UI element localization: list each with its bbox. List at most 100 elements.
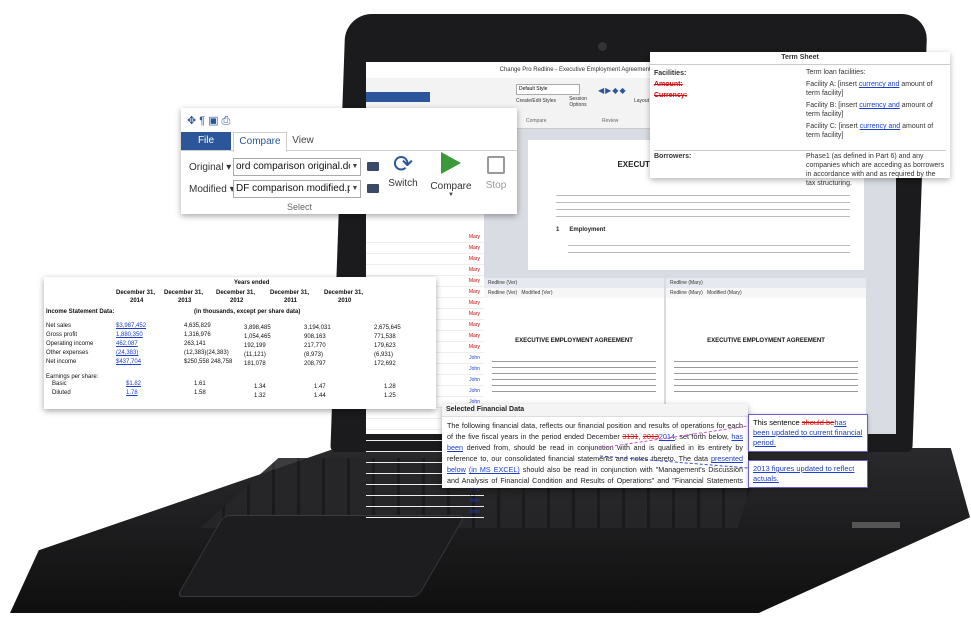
stop-icon xyxy=(487,156,505,174)
column-year: 2010 xyxy=(338,298,352,304)
facilities-heading: Term loan facilities: xyxy=(806,69,866,76)
basic-label: Basic xyxy=(52,381,67,387)
currency-label: Currency: xyxy=(654,92,688,99)
term-sheet-card: Term Sheet Facilities: Amount: Currency:… xyxy=(650,52,950,187)
facility-b-text: Facility B: [insert xyxy=(806,102,860,109)
layout-button[interactable]: Layout xyxy=(634,98,649,104)
modified-label: Modified ▾ xyxy=(189,184,235,195)
eps-cell: 1.47 xyxy=(314,384,326,390)
tab-redline-mary[interactable]: Redline (Mary) xyxy=(670,290,703,296)
column-date: December 31, xyxy=(164,290,204,296)
play-icon xyxy=(441,152,461,174)
pane-left-tabs: Redline (Ver) Modified (Ver) xyxy=(484,288,664,298)
original-file-value: ord comparison original.docx xyxy=(236,161,361,172)
facilities-label: Facilities: xyxy=(654,70,687,77)
eps-cell: 1.61 xyxy=(194,381,206,387)
document-paragraph xyxy=(556,189,850,219)
table-cell: $437,704 xyxy=(116,359,142,365)
nav-arrows-icon[interactable]: ◀▶◆◆ xyxy=(598,86,628,106)
eps-cell: $1.82 xyxy=(126,381,142,387)
table-cell: 1,054,465 xyxy=(244,334,271,340)
facility-c: Facility C: [insert currency and amount … xyxy=(806,122,946,140)
borrowers-value: Phase1 (as defined in Part 6) and any co… xyxy=(806,153,945,187)
select-group-label: Select xyxy=(287,202,313,212)
comment-2-text: 2013 figures updated to reflect actuals. xyxy=(753,464,855,483)
stop-label: Stop xyxy=(485,180,507,191)
column-year: 2012 xyxy=(230,298,244,304)
change-list-item[interactable]: Mary xyxy=(366,243,484,254)
financial-data-header: Selected Financial Data xyxy=(442,404,748,417)
facility-b-insert: currency and xyxy=(859,102,900,109)
chevron-down-icon[interactable]: ▼ xyxy=(350,181,360,197)
row-label: Net sales xyxy=(46,323,72,329)
table-cell: 3,898,485 xyxy=(244,325,271,331)
original-file-combo[interactable]: ord comparison original.docx ▼ xyxy=(233,158,361,176)
tab-redline-ver[interactable]: Redline (Ver) xyxy=(488,290,517,296)
comment-bubble-1[interactable]: This sentence should behas been updated … xyxy=(748,414,868,452)
pane-right-tabs: Redline (Mary) Modified (Mary) xyxy=(666,288,866,298)
tab-modified-ver[interactable]: Modified (Ver) xyxy=(521,290,552,296)
ribbon-tabs: File Compare View xyxy=(181,132,517,152)
pane-left-text xyxy=(492,356,656,396)
comment-bubble-2[interactable]: 2013 figures updated to reflect actuals. xyxy=(748,460,868,488)
laptop-ports xyxy=(852,522,900,528)
eps-cell: 1.32 xyxy=(254,393,266,399)
create-edit-styles-button[interactable]: Create/Edit Styles xyxy=(516,98,556,104)
compare-button[interactable]: Compare ▼ xyxy=(427,150,475,198)
laptop-trackpad xyxy=(176,515,466,597)
facility-a-text: Facility A: [insert xyxy=(806,81,859,88)
section-label: Income Statement Data: xyxy=(46,309,115,315)
quick-access-icons[interactable]: ✥¶▣⎙ xyxy=(187,114,233,128)
pane-right-text xyxy=(674,356,858,396)
facility-a-insert: currency and xyxy=(858,81,900,88)
tab-modified-mary[interactable]: Modified (Mary) xyxy=(707,290,742,296)
eps-label: Earnings per share: xyxy=(46,374,99,380)
app-file-tab[interactable] xyxy=(366,92,430,102)
eps-cell: 1.34 xyxy=(254,384,266,390)
row-label: Operating income xyxy=(46,341,94,347)
change-list-item[interactable]: John xyxy=(366,507,484,518)
table-cell: (8,973) xyxy=(304,352,324,358)
refresh-icon: ⟳ xyxy=(392,151,414,178)
eps-cell: 1.78 xyxy=(126,390,138,396)
eps-cell: 1.44 xyxy=(314,393,326,399)
table-cell: 192,199 xyxy=(244,343,266,349)
compare-group-label: Compare xyxy=(526,118,547,124)
table-cell: 2,675,645 xyxy=(374,325,401,331)
tab-view[interactable]: View xyxy=(285,132,321,150)
tab-compare[interactable]: Compare xyxy=(233,132,287,152)
pane-right-title: EXECUTIVE EMPLOYMENT AGREEMENT xyxy=(707,338,825,344)
eps-cell: 1.28 xyxy=(384,384,396,390)
table-cell: 1,880,350 xyxy=(116,332,143,338)
table-cell: (12,383)(24,383) xyxy=(184,350,229,356)
units-header: (in thousands, except per share data) xyxy=(194,309,301,315)
tab-file[interactable]: File xyxy=(181,132,231,150)
style-select[interactable]: Default Style xyxy=(516,84,580,95)
comment-connectors xyxy=(600,425,749,469)
table-cell: (6,931) xyxy=(374,352,394,358)
session-options-button[interactable]: Session Options xyxy=(566,96,590,108)
change-list-item[interactable]: Mary xyxy=(366,254,484,265)
original-folder-icon[interactable] xyxy=(367,162,379,171)
table-cell: 263,141 xyxy=(184,341,206,347)
spreadsheet-card: Years ended December 31, 2014 December 31,… xyxy=(44,277,436,409)
chevron-down-icon[interactable]: ▼ xyxy=(350,159,360,175)
change-list-item[interactable]: Mary xyxy=(366,232,484,243)
chevron-down-icon[interactable]: ▼ xyxy=(427,192,475,198)
pane-left-title: EXECUTIVE EMPLOYMENT AGREEMENT xyxy=(515,338,633,344)
modified-file-value: DF comparison modified.pdf xyxy=(236,183,361,194)
pane-right-header: Redline (Mary) xyxy=(666,278,866,288)
column-year: 2014 xyxy=(130,298,144,304)
table-cell: 208,797 xyxy=(304,361,326,367)
facility-c-text: Facility C: [insert xyxy=(806,123,860,130)
row-label: Net income xyxy=(46,359,77,365)
modified-folder-icon[interactable] xyxy=(367,184,379,193)
change-list-item[interactable]: Mary xyxy=(366,265,484,276)
modified-file-combo[interactable]: DF comparison modified.pdf ▼ xyxy=(233,180,361,198)
review-group-label: Review xyxy=(602,118,619,124)
column-date: December 31, xyxy=(270,290,310,296)
comment-1-text: This sentence xyxy=(753,418,802,427)
stop-button[interactable]: Stop xyxy=(481,152,511,191)
term-sheet-title: Term Sheet xyxy=(650,52,950,65)
switch-button[interactable]: ⟳ Switch xyxy=(387,151,419,190)
